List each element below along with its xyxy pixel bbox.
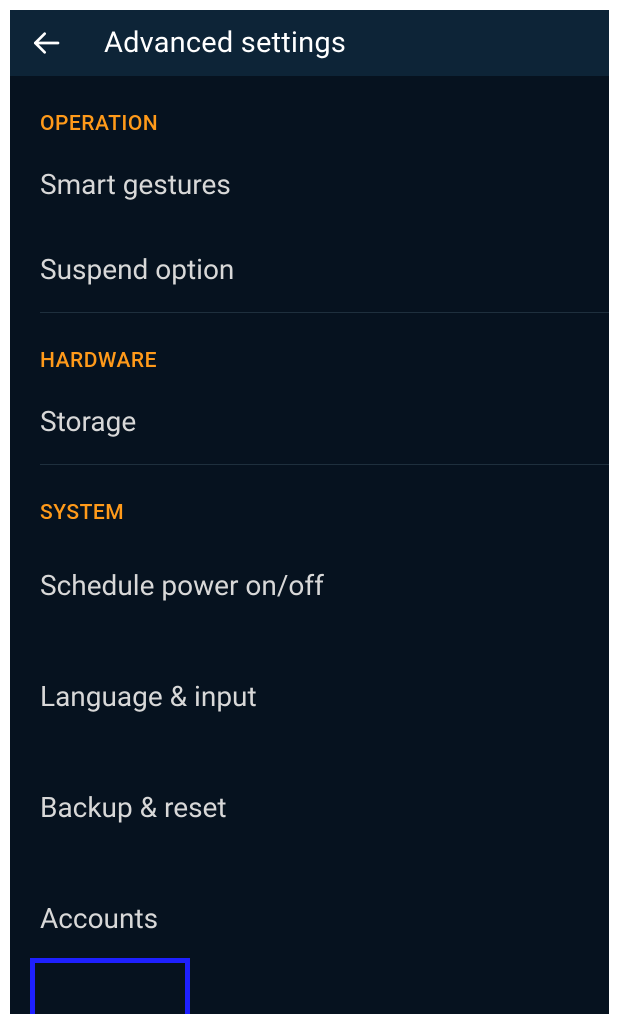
back-button[interactable] xyxy=(24,21,68,65)
settings-content: OPERATION Smart gestures Suspend option … xyxy=(10,76,609,1014)
item-apps[interactable]: Apps xyxy=(40,975,609,1014)
item-smart-gestures[interactable]: Smart gestures xyxy=(40,142,609,227)
item-suspend-option[interactable]: Suspend option xyxy=(40,227,609,312)
system-items: Schedule power on/off Language & input B… xyxy=(40,531,609,1014)
item-language-input[interactable]: Language & input xyxy=(40,642,609,753)
item-accounts[interactable]: Accounts xyxy=(40,864,609,975)
screen: Advanced settings OPERATION Smart gestur… xyxy=(10,10,609,1014)
section-header-system: SYSTEM xyxy=(40,465,609,531)
section-header-hardware: HARDWARE xyxy=(40,313,609,379)
item-schedule-power[interactable]: Schedule power on/off xyxy=(40,531,609,642)
item-backup-reset[interactable]: Backup & reset xyxy=(40,753,609,864)
item-storage[interactable]: Storage xyxy=(40,379,609,464)
back-arrow-icon xyxy=(30,27,62,59)
page-title: Advanced settings xyxy=(104,26,346,60)
outer-frame: Advanced settings OPERATION Smart gestur… xyxy=(0,0,619,1024)
section-header-operation: OPERATION xyxy=(40,76,609,142)
appbar: Advanced settings xyxy=(10,10,609,76)
